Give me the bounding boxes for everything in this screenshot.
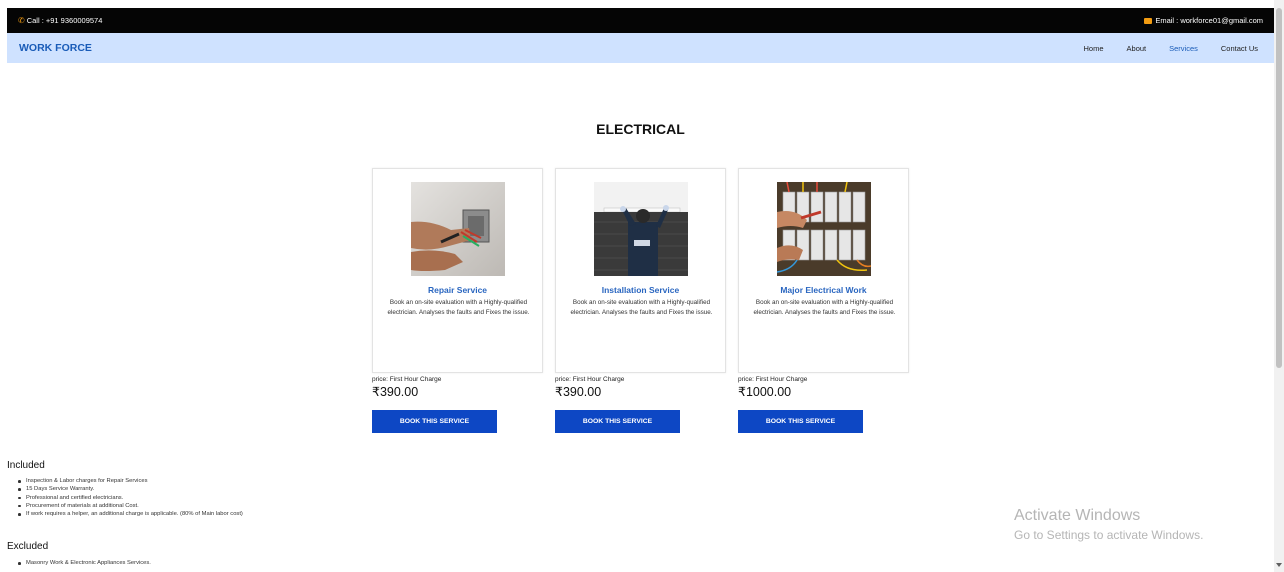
- installation-photo: [594, 182, 688, 276]
- scroll-down-arrow-icon[interactable]: [1276, 563, 1282, 567]
- service-card: Installation Service Book an on-site eva…: [555, 168, 726, 373]
- call-text: Call : +91 9360009574: [26, 16, 103, 25]
- navbar: WORK FORCE Home About Services Contact U…: [7, 33, 1274, 63]
- excluded-list: Masonry Work & Electronic Appliances Ser…: [18, 560, 151, 568]
- price-value: ₹390.00: [555, 385, 602, 399]
- watermark-title: Activate Windows: [1014, 507, 1141, 524]
- vertical-scrollbar[interactable]: [1274, 0, 1284, 572]
- nav-services[interactable]: Services: [1169, 44, 1198, 53]
- scrollbar-thumb[interactable]: [1276, 8, 1282, 368]
- brand-logo[interactable]: WORK FORCE: [19, 42, 92, 54]
- page-title: ELECTRICAL: [596, 121, 685, 137]
- service-title[interactable]: Installation Service: [556, 285, 725, 295]
- list-item: Inspection & Labor charges for Repair Se…: [18, 478, 243, 486]
- service-title[interactable]: Repair Service: [373, 285, 542, 295]
- service-card: Major Electrical Work Book an on-site ev…: [738, 168, 909, 373]
- excluded-heading: Excluded: [7, 541, 49, 552]
- mail-icon: [1144, 17, 1153, 24]
- service-card: Repair Service Book an on-site evaluatio…: [372, 168, 543, 373]
- price-label: price: First Hour Charge: [555, 376, 625, 383]
- list-item: If work requires a helper, an additional…: [18, 511, 243, 519]
- call-info: ✆ Call : +91 9360009574: [18, 16, 102, 25]
- watermark-subtitle: Go to Settings to activate Windows.: [1014, 528, 1204, 542]
- included-heading: Included: [7, 460, 45, 471]
- top-contact-bar: ✆ Call : +91 9360009574 Email : workforc…: [7, 8, 1274, 33]
- major-electrical-photo: [777, 182, 871, 276]
- list-item: Professional and certified electricians.: [18, 495, 243, 503]
- email-text: Email : workforce01@gmail.com: [1155, 16, 1263, 25]
- activation-watermark: Activate Windows Go to Settings to activ…: [1014, 507, 1203, 542]
- phone-icon: ✆: [18, 16, 25, 25]
- service-column-major-electrical: Major Electrical Work Book an on-site ev…: [738, 168, 909, 433]
- repair-photo: [411, 182, 505, 276]
- service-description: Book an on-site evaluation with a Highly…: [570, 299, 713, 316]
- price-value: ₹390.00: [372, 385, 419, 399]
- service-column-installation: Installation Service Book an on-site eva…: [555, 168, 726, 433]
- price-label: price: First Hour Charge: [738, 376, 808, 383]
- book-service-button[interactable]: BOOK THIS SERVICE: [555, 410, 680, 433]
- nav-contact[interactable]: Contact Us: [1221, 44, 1258, 53]
- nav-home[interactable]: Home: [1084, 44, 1104, 53]
- price-value: ₹1000.00: [738, 385, 792, 399]
- email-info: Email : workforce01@gmail.com: [1144, 16, 1263, 25]
- included-list: Inspection & Labor charges for Repair Se…: [18, 478, 243, 519]
- nav-about[interactable]: About: [1127, 44, 1147, 53]
- service-column-repair: Repair Service Book an on-site evaluatio…: [372, 168, 543, 433]
- book-service-button[interactable]: BOOK THIS SERVICE: [738, 410, 863, 433]
- nav-links: Home About Services Contact Us: [1084, 44, 1259, 53]
- list-item: Procurement of materials at additional C…: [18, 503, 243, 511]
- list-item: 15 Days Service Warranty.: [18, 486, 243, 494]
- service-description: Book an on-site evaluation with a Highly…: [387, 299, 530, 316]
- book-service-button[interactable]: BOOK THIS SERVICE: [372, 410, 497, 433]
- list-item: Masonry Work & Electronic Appliances Ser…: [18, 560, 151, 568]
- service-title[interactable]: Major Electrical Work: [739, 285, 908, 295]
- price-label: price: First Hour Charge: [372, 376, 442, 383]
- service-description: Book an on-site evaluation with a Highly…: [753, 299, 896, 316]
